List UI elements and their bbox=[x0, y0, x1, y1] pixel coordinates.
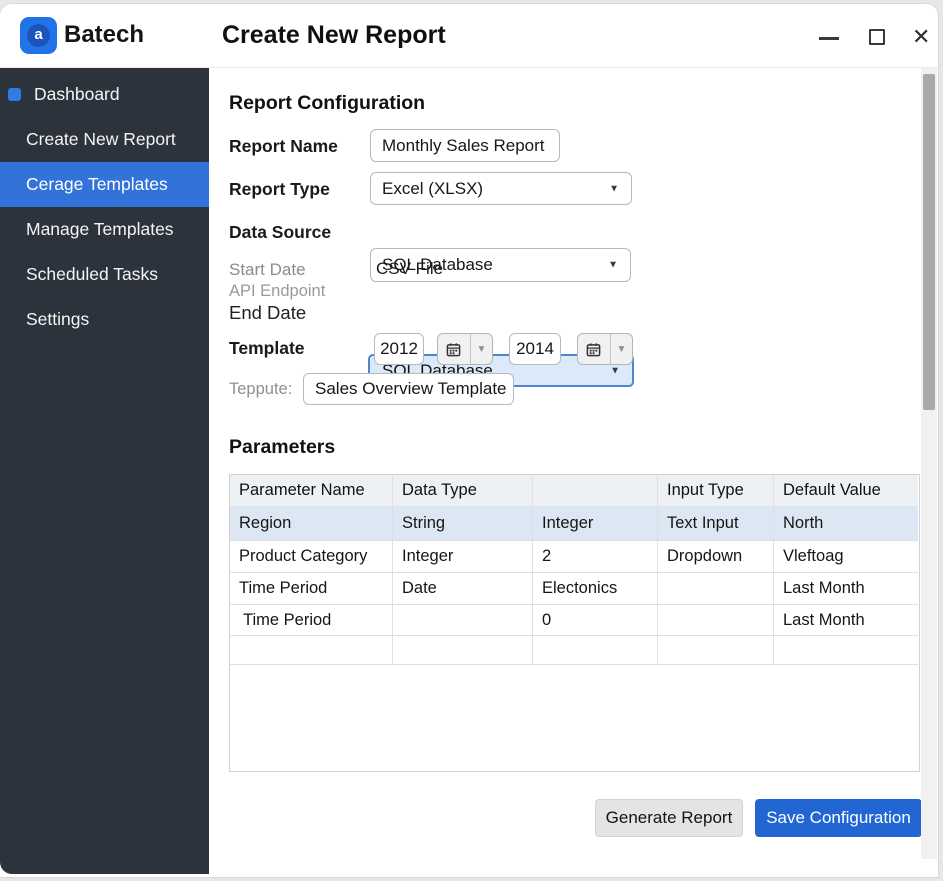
table-cell[interactable]: Integer bbox=[533, 507, 658, 541]
vertical-scrollbar[interactable] bbox=[921, 68, 937, 859]
data-source-label: Data Source bbox=[229, 222, 332, 242]
end-date-label: End Date bbox=[229, 302, 307, 323]
table-cell[interactable]: Last Month bbox=[774, 573, 918, 605]
minimize-icon bbox=[819, 37, 839, 40]
table-cell[interactable]: Electonics bbox=[533, 573, 658, 605]
table-cell[interactable]: Text Input bbox=[658, 507, 774, 541]
app-logo-icon: a bbox=[20, 17, 57, 54]
close-button[interactable]: ✕ bbox=[905, 22, 939, 52]
logo-letter: a bbox=[27, 24, 50, 47]
app-window: a Batech Create New Report ✕ Dashboard C… bbox=[0, 4, 938, 877]
table-cell[interactable]: Integer bbox=[393, 541, 533, 573]
column-header[interactable] bbox=[533, 475, 658, 507]
api-endpoint-label: API Endpoint bbox=[229, 282, 326, 300]
maximize-button[interactable] bbox=[860, 22, 894, 52]
calendar-icon bbox=[438, 334, 470, 364]
start-year-value: 2012 bbox=[380, 339, 418, 358]
start-date-label: Start Date bbox=[229, 260, 306, 279]
sidebar-item-manage-templates[interactable]: Manage Templates bbox=[0, 207, 209, 252]
main-content: Report Configuration Report Name Monthly… bbox=[209, 68, 938, 877]
template-name-value: Sales Overview Template bbox=[315, 379, 507, 398]
table-cell[interactable] bbox=[658, 573, 774, 605]
dashboard-icon bbox=[8, 88, 21, 101]
column-header[interactable]: Data Type bbox=[393, 475, 533, 507]
table-cell[interactable] bbox=[230, 636, 393, 665]
report-configuration-heading: Report Configuration bbox=[229, 92, 426, 114]
table-cell[interactable]: Product Category bbox=[230, 541, 393, 573]
table-cell[interactable]: Time Period bbox=[230, 605, 393, 636]
sidebar-item-dashboard[interactable]: Dashboard bbox=[0, 72, 209, 117]
template-label: Template bbox=[229, 338, 305, 358]
save-configuration-button[interactable]: Save Configuration bbox=[755, 799, 922, 837]
report-name-value: Monthly Sales Report bbox=[382, 135, 545, 155]
chevron-down-icon: ▼ bbox=[476, 343, 487, 355]
chevron-down-icon: ▼ bbox=[610, 365, 620, 376]
table-cell[interactable]: Last Month bbox=[774, 605, 918, 636]
table-cell[interactable]: Date bbox=[393, 573, 533, 605]
end-year-input[interactable]: 2014 bbox=[509, 333, 561, 365]
column-header[interactable]: Default Value bbox=[774, 475, 918, 507]
maximize-icon bbox=[869, 29, 885, 45]
sidebar-item-cerage-templates[interactable]: Cerage Templates bbox=[0, 162, 209, 207]
sidebar-item-label: Settings bbox=[26, 309, 90, 329]
calendar-icon bbox=[578, 334, 610, 364]
page-title: Create New Report bbox=[222, 21, 446, 49]
sidebar-item-create-new-report[interactable]: Create New Report bbox=[0, 117, 209, 162]
sidebar-item-scheduled-tasks[interactable]: Scheduled Tasks bbox=[0, 252, 209, 297]
chevron-down-icon: ▼ bbox=[616, 343, 627, 355]
report-type-value: Excel (XLSX) bbox=[382, 178, 484, 198]
report-type-label: Report Type bbox=[229, 179, 330, 199]
table-cell[interactable]: Vleftoag bbox=[774, 541, 918, 573]
title-bar: a Batech Create New Report ✕ bbox=[0, 4, 938, 68]
sidebar-item-label: Dashboard bbox=[34, 84, 120, 104]
table-cell[interactable] bbox=[774, 636, 918, 665]
brand-name: Batech bbox=[64, 21, 145, 48]
table-empty-area bbox=[230, 665, 918, 771]
generate-report-button[interactable]: Generate Report bbox=[595, 799, 743, 837]
scrollbar-thumb[interactable] bbox=[923, 74, 935, 410]
sidebar: Dashboard Create New Report Cerage Templ… bbox=[0, 68, 209, 874]
table-cell[interactable]: Time Period bbox=[230, 573, 393, 605]
template-name-input[interactable]: Sales Overview Template bbox=[303, 373, 514, 405]
close-icon: ✕ bbox=[912, 24, 931, 49]
sidebar-item-settings[interactable]: Settings bbox=[0, 297, 209, 342]
end-year-value: 2014 bbox=[516, 339, 554, 358]
minimize-button[interactable] bbox=[812, 22, 846, 52]
table-cell[interactable] bbox=[658, 636, 774, 665]
table-cell[interactable]: 0 bbox=[533, 605, 658, 636]
table-cell[interactable]: String bbox=[393, 507, 533, 541]
chevron-down-icon: ▼ bbox=[608, 259, 618, 271]
report-type-select[interactable]: Excel (XLSX) ▼ bbox=[370, 172, 632, 205]
table-cell[interactable] bbox=[658, 605, 774, 636]
chevron-down-icon: ▼ bbox=[609, 183, 619, 194]
sidebar-item-label: Cerage Templates bbox=[26, 174, 168, 194]
table-cell[interactable] bbox=[533, 636, 658, 665]
sidebar-item-label: Create New Report bbox=[26, 129, 176, 149]
start-date-picker-button[interactable]: ▼ bbox=[437, 333, 493, 365]
template-name-label: Teppute: bbox=[229, 380, 293, 398]
column-header[interactable]: Input Type bbox=[658, 475, 774, 507]
report-name-label: Report Name bbox=[229, 136, 338, 156]
table-cell[interactable]: Dropdown bbox=[658, 541, 774, 573]
report-name-input[interactable]: Monthly Sales Report bbox=[370, 129, 560, 162]
parameters-heading: Parameters bbox=[229, 436, 336, 458]
start-year-input[interactable]: 2012 bbox=[374, 333, 424, 365]
sidebar-item-label: Scheduled Tasks bbox=[26, 264, 158, 284]
table-cell[interactable]: 2 bbox=[533, 541, 658, 573]
table-cell[interactable]: Region bbox=[230, 507, 393, 541]
table-cell[interactable] bbox=[393, 605, 533, 636]
data-source-option-csv-file[interactable]: CSV File bbox=[376, 259, 443, 279]
parameters-table: Parameter Name Data Type Input Type Defa… bbox=[229, 474, 920, 772]
table-cell[interactable] bbox=[393, 636, 533, 665]
table-cell[interactable]: North bbox=[774, 507, 918, 541]
end-date-picker-button[interactable]: ▼ bbox=[577, 333, 633, 365]
sidebar-item-label: Manage Templates bbox=[26, 219, 174, 239]
column-header[interactable]: Parameter Name bbox=[230, 475, 393, 507]
